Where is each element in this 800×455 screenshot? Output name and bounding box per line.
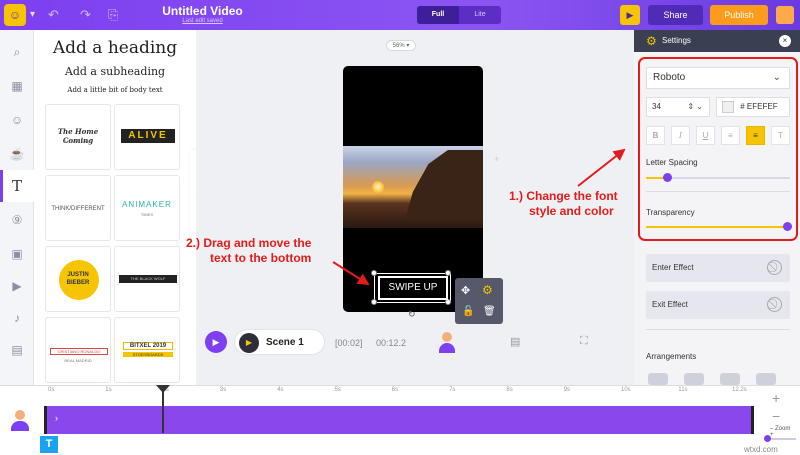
send-back-icon[interactable]	[756, 373, 776, 385]
scene-play-icon[interactable]: ▶	[239, 333, 259, 353]
transparency-knob[interactable]	[783, 222, 792, 231]
chevron-down-icon: ⌄	[772, 72, 781, 83]
transparency-fill	[646, 226, 788, 228]
bold-button[interactable]: B	[646, 126, 665, 145]
settings-header: ⚙ Settings ×	[634, 30, 800, 52]
ruler-tick: 5s	[334, 387, 341, 393]
play-scene-button[interactable]: ▶	[205, 331, 227, 353]
total-time: 00:12.2	[376, 338, 407, 348]
exit-effect-row[interactable]: Exit Effect ⃠	[646, 291, 790, 319]
font-family-select[interactable]: Roboto ⌄	[646, 67, 790, 89]
current-time: [00:02]	[335, 338, 363, 348]
enter-effect-label: Enter Effect	[652, 263, 694, 272]
calendar-icon[interactable]: ▤	[510, 335, 520, 348]
scene-label: Scene 1	[266, 337, 304, 348]
align-center-button[interactable]: ≡	[746, 126, 765, 145]
ruler-tick: 12.2s	[732, 387, 747, 393]
settings-title: Settings	[662, 36, 691, 45]
letter-spacing-label: Letter Spacing	[646, 158, 698, 167]
none-icon[interactable]: ⃠	[767, 260, 782, 275]
gear-icon: ⚙	[646, 34, 657, 48]
arrangements-label: Arrangements	[646, 352, 697, 361]
send-backward-icon[interactable]	[720, 373, 740, 385]
ruler-tick: 10s	[621, 387, 631, 393]
font-family-value: Roboto	[653, 72, 686, 83]
scene-selector[interactable]: ▶ Scene 1	[234, 329, 325, 355]
timeline-track[interactable]: ›	[44, 406, 754, 434]
zoom-slider-knob[interactable]	[764, 435, 771, 442]
font-size-value: 34	[652, 102, 661, 111]
exit-effect-label: Exit Effect	[652, 300, 688, 309]
ruler-tick: 9s	[563, 387, 571, 393]
playhead-handle[interactable]	[156, 385, 170, 393]
font-color-picker[interactable]: # EFEFEF	[716, 97, 790, 117]
ruler-tick: 8s	[506, 387, 513, 393]
list-button[interactable]: ≡	[721, 126, 740, 145]
timeline-ruler: 0s 1s 2s 3s 4s 5s 6s 7s 8s 9s 10s 11s 12.2s	[44, 385, 754, 397]
zoom-in-icon[interactable]: +	[772, 390, 780, 406]
color-hex-value[interactable]: EFEFEF	[747, 102, 778, 111]
bring-forward-icon[interactable]	[684, 373, 704, 385]
ruler-tick: 4s	[277, 387, 284, 393]
character-avatar-icon[interactable]	[438, 332, 456, 354]
color-swatch[interactable]	[722, 101, 734, 113]
color-hash: #	[740, 102, 745, 111]
italic-button[interactable]: I	[671, 126, 690, 145]
underline-button[interactable]: U	[696, 126, 715, 145]
ruler-tick: 0s	[48, 387, 55, 393]
divider	[646, 191, 790, 192]
stepper-icon: ⇕ ⌄	[687, 102, 703, 111]
text-track-icon[interactable]: T	[40, 436, 58, 453]
transparency-label: Transparency	[646, 208, 695, 217]
character-track-icon[interactable]	[10, 410, 30, 432]
close-icon[interactable]: ×	[779, 35, 791, 47]
chevron-right-icon: ›	[55, 413, 58, 423]
watermark: wtxd.com	[744, 445, 778, 454]
ruler-tick: 7s	[449, 387, 456, 393]
ruler-tick: 3s	[219, 387, 227, 393]
divider	[646, 329, 790, 330]
enter-effect-row[interactable]: Enter Effect ⃠	[646, 254, 790, 282]
font-size-select[interactable]: 34 ⇕ ⌄	[646, 97, 710, 117]
bring-front-icon[interactable]	[648, 373, 668, 385]
zoom-out-icon[interactable]: −	[772, 408, 780, 424]
ruler-tick: 11s	[678, 387, 688, 393]
zoom-label: – Zoom +	[770, 426, 791, 438]
ruler-tick: 6s	[391, 387, 399, 393]
fit-screen-icon[interactable]: ⛶	[580, 335, 588, 348]
ruler-tick: 1s	[105, 387, 112, 393]
none-icon[interactable]: ⃠	[767, 297, 782, 312]
clear-format-button[interactable]: T	[771, 126, 790, 145]
